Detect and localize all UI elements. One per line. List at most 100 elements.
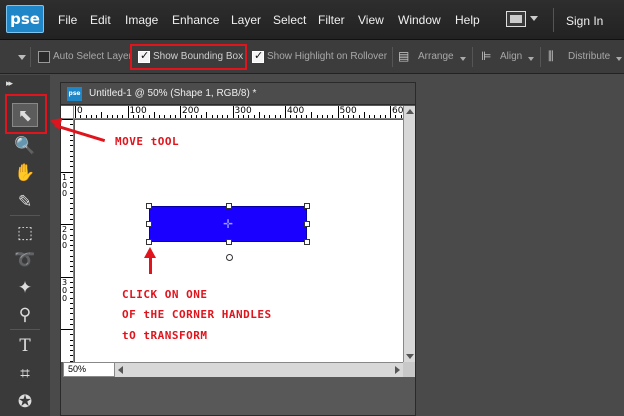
align-chevron-icon[interactable] <box>528 57 534 61</box>
top-right-handle[interactable] <box>304 203 310 209</box>
crop-tool-icon[interactable]: ⌗ <box>12 362 38 386</box>
bottom-right-handle[interactable] <box>304 239 310 245</box>
ruler-minor-tick <box>70 339 73 341</box>
menu-window[interactable]: Window <box>398 13 441 27</box>
ruler-minor-tick <box>211 115 213 118</box>
marquee-tool-icon[interactable]: ⬚ <box>12 221 38 245</box>
eyedropper-tool-icon[interactable]: ✎ <box>12 190 38 214</box>
ruler-minor-tick <box>70 182 73 183</box>
options-menu-chevron-icon[interactable] <box>18 55 26 60</box>
ruler-minor-tick <box>258 112 260 118</box>
ruler-minor-tick <box>253 115 255 118</box>
app-logo[interactable]: pse <box>6 5 44 33</box>
lasso-tool-icon[interactable]: ➰ <box>12 248 38 272</box>
ruler-minor-tick <box>306 115 307 118</box>
move-tool-annotation: MOVE tOOL <box>115 135 180 148</box>
ruler-minor-tick <box>248 115 250 118</box>
ruler-minor-tick <box>70 239 73 241</box>
menu-enhance[interactable]: Enhance <box>172 13 219 27</box>
ruler-tick <box>61 119 73 120</box>
shape-tool-icon[interactable]: ✪ <box>12 390 38 414</box>
ruler-minor-tick <box>70 255 73 257</box>
scroll-up-icon[interactable] <box>406 109 414 114</box>
ruler-minor-tick <box>117 115 118 118</box>
middle-right-handle[interactable] <box>304 221 310 227</box>
ruler-minor-tick <box>70 187 73 189</box>
menu-layer[interactable]: Layer <box>231 13 261 27</box>
ruler-minor-tick <box>274 115 276 118</box>
ruler-minor-tick <box>143 115 145 118</box>
menu-image[interactable]: Image <box>125 13 158 27</box>
ruler-minor-tick <box>164 115 166 118</box>
auto-select-layer-checkbox[interactable] <box>38 51 50 63</box>
menu-view[interactable]: View <box>358 13 384 27</box>
collapse-toolbox-icon[interactable]: ▸▸ <box>6 78 13 89</box>
toolbox-divider <box>10 215 40 216</box>
ruler-minor-tick <box>70 166 73 168</box>
options-divider <box>540 47 541 67</box>
menu-filter[interactable]: Filter <box>318 13 345 27</box>
menu-file[interactable]: File <box>58 13 77 27</box>
auto-select-layer-label: Auto Select Layer <box>53 51 132 62</box>
reference-point-icon[interactable]: ✛ <box>223 218 233 230</box>
top-center-handle[interactable] <box>226 203 232 209</box>
ruler-minor-tick <box>169 115 171 118</box>
ruler-minor-tick <box>70 176 73 178</box>
sign-in-link[interactable]: Sign In <box>566 14 603 28</box>
arrange-chevron-icon[interactable] <box>460 57 466 61</box>
hand-tool-icon[interactable]: ✋ <box>12 161 38 185</box>
document-tab[interactable]: pse Untitled-1 @ 50% (Shape 1, RGB/8) * <box>61 83 415 105</box>
menu-divider <box>553 8 554 32</box>
scroll-down-icon[interactable] <box>406 354 414 359</box>
scroll-right-icon[interactable] <box>395 366 400 374</box>
show-highlight-checkbox[interactable] <box>252 49 264 63</box>
ruler-tick <box>180 106 181 118</box>
ruler-minor-tick <box>106 115 108 118</box>
ruler-minor-tick <box>70 355 73 357</box>
type-tool-icon[interactable]: T <box>12 334 38 358</box>
rotate-handle[interactable] <box>226 254 233 261</box>
arrange-button[interactable]: Arrange <box>418 51 454 62</box>
bottom-center-handle[interactable] <box>226 239 232 245</box>
ruler-minor-tick <box>70 245 73 246</box>
zoom-level-field[interactable]: 50% <box>63 362 115 377</box>
middle-left-handle[interactable] <box>146 221 152 227</box>
chevron-down-icon[interactable] <box>530 16 538 21</box>
ruler-minor-tick <box>348 115 349 118</box>
instruction-line-3: tO tRANSFORM <box>122 329 208 342</box>
menu-select[interactable]: Select <box>273 13 306 27</box>
horizontal-scrollbar[interactable] <box>115 362 403 377</box>
ruler-minor-tick <box>132 115 134 118</box>
ruler-minor-tick <box>279 115 281 118</box>
distribute-chevron-icon[interactable] <box>616 57 622 61</box>
ruler-tick <box>61 329 73 330</box>
ruler-minor-tick <box>138 115 139 118</box>
quick-selection-tool-icon[interactable]: ⚲ <box>12 303 38 327</box>
vertical-scrollbar[interactable] <box>403 106 415 362</box>
ruler-minor-tick <box>264 115 265 118</box>
ruler-minor-tick <box>70 334 73 336</box>
ruler-minor-tick <box>290 115 292 118</box>
distribute-button[interactable]: Distribute <box>568 51 610 62</box>
menu-edit[interactable]: Edit <box>90 13 111 27</box>
ruler-minor-tick <box>70 155 73 157</box>
canvas[interactable]: ✛ <box>75 120 403 362</box>
menu-help[interactable]: Help <box>455 13 480 27</box>
scroll-left-icon[interactable] <box>118 366 123 374</box>
align-button[interactable]: Align <box>500 51 522 62</box>
top-left-handle[interactable] <box>146 203 152 209</box>
vertical-ruler: 100 200 300 <box>61 119 74 362</box>
zoom-tool-icon[interactable]: 🔍 <box>12 134 38 158</box>
ruler-minor-tick <box>96 115 97 118</box>
workspace-layout-icon[interactable] <box>506 11 526 27</box>
ruler-minor-tick <box>111 115 113 118</box>
document-title: Untitled-1 @ 50% (Shape 1, RGB/8) * <box>89 88 257 99</box>
ruler-origin[interactable] <box>61 106 74 119</box>
bottom-left-handle[interactable] <box>146 239 152 245</box>
ruler-tick <box>75 106 76 118</box>
ruler-minor-tick <box>269 115 271 118</box>
ruler-minor-tick <box>327 115 328 118</box>
toolbox-divider <box>10 329 40 330</box>
magic-wand-tool-icon[interactable]: ✦ <box>12 276 38 300</box>
ruler-minor-tick <box>70 161 73 162</box>
